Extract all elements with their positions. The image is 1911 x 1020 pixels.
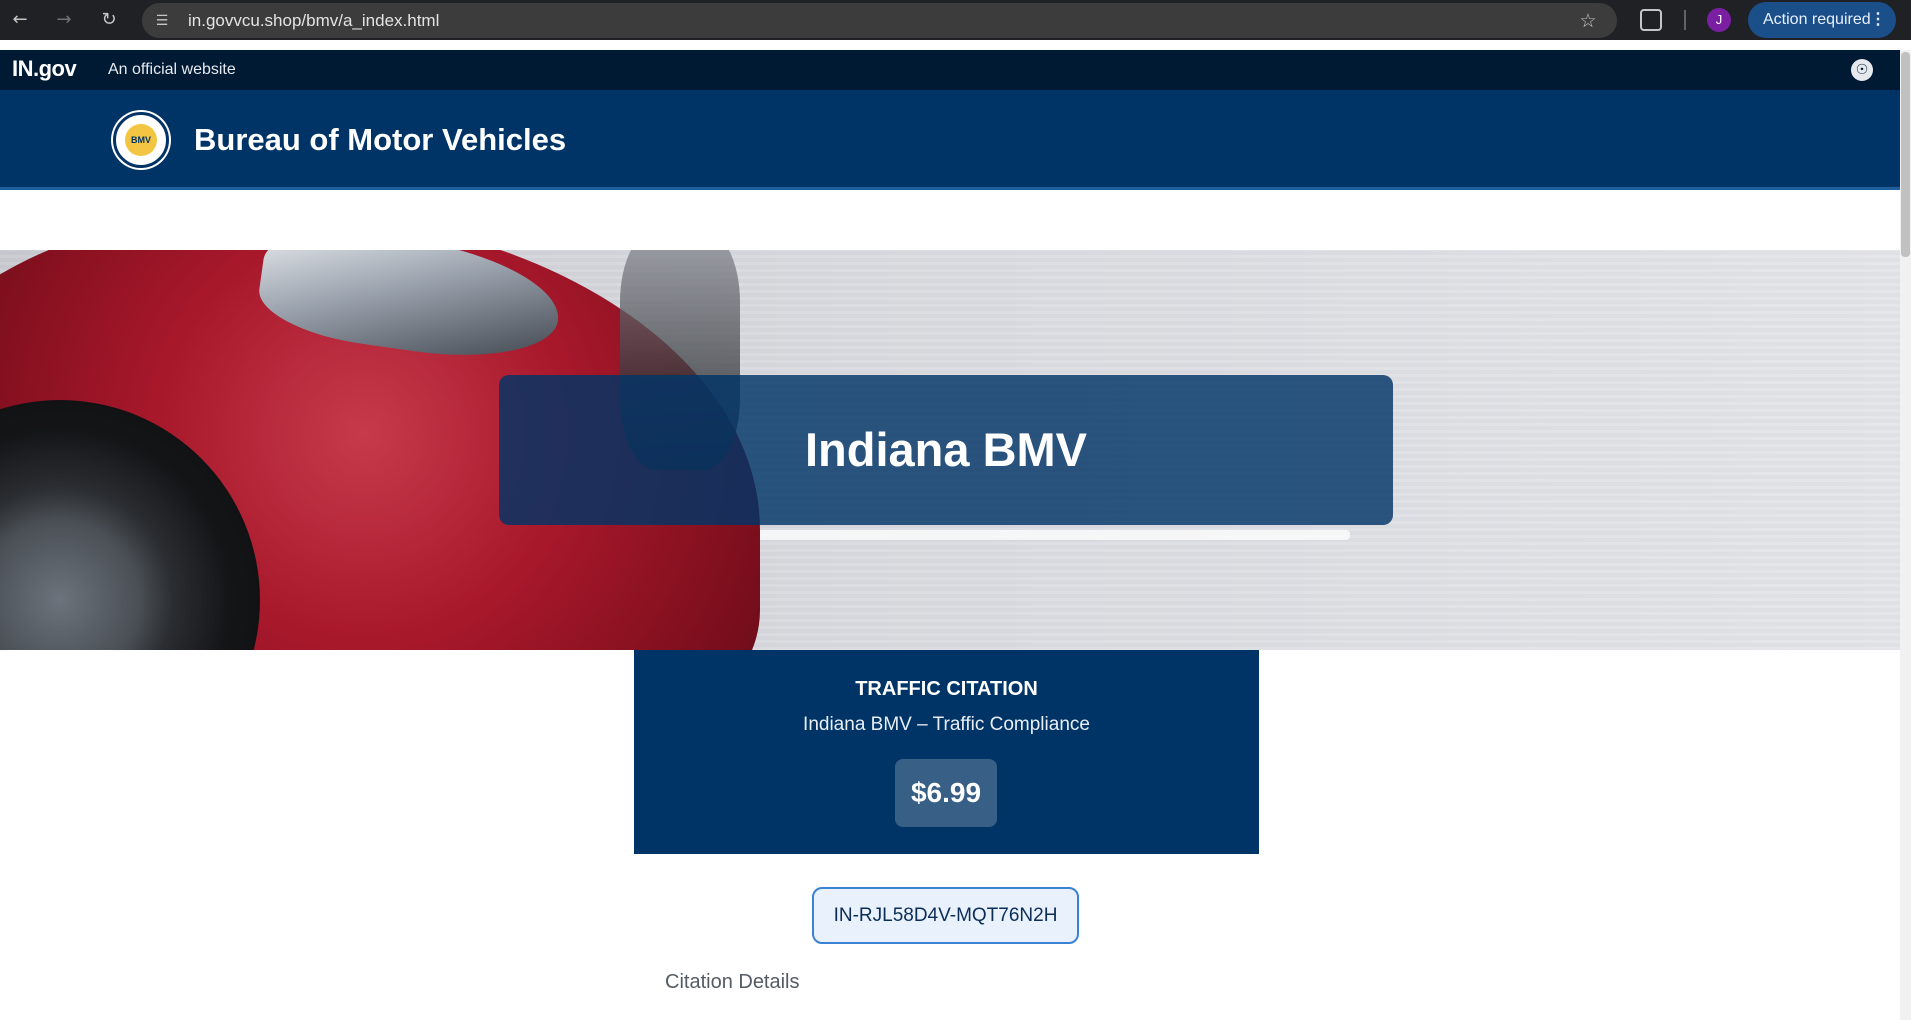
site-title[interactable]: Bureau of Motor Vehicles: [194, 90, 566, 190]
hero-title: Indiana BMV: [804, 423, 1088, 476]
site-header: BMV Bureau of Motor Vehicles: [0, 90, 1900, 190]
bookmark-star-icon[interactable]: ☆: [1577, 10, 1599, 32]
citation-details-heading: Citation Details: [665, 971, 800, 993]
toolbar-divider: [1684, 10, 1686, 30]
url-text[interactable]: in.govvcu.shop/bmv/a_index.html: [188, 3, 439, 38]
citation-id-badge: IN-RJL58D4V-MQT76N2H: [812, 887, 1079, 944]
hero-road-marking: [700, 530, 1350, 540]
address-bar[interactable]: ☰ in.govvcu.shop/bmv/a_index.html ☆: [142, 3, 1617, 38]
seal-text: BMV: [125, 124, 157, 156]
in-gov-logo[interactable]: IN.gov: [12, 56, 77, 82]
hero-title-box: Indiana BMV: [499, 375, 1393, 525]
back-icon[interactable]: ←: [8, 8, 32, 32]
browser-toolbar: ← → ↻ ☰ in.govvcu.shop/bmv/a_index.html …: [0, 0, 1911, 40]
citation-subtitle: Indiana BMV – Traffic Compliance: [803, 714, 1090, 735]
scrollbar-thumb[interactable]: [1901, 52, 1910, 257]
extensions-icon[interactable]: [1640, 9, 1662, 31]
official-website-banner: IN.gov An official website ☉: [0, 50, 1900, 90]
reload-icon[interactable]: ↻: [97, 8, 121, 32]
official-website-text: An official website: [108, 61, 236, 78]
citation-card: TRAFFIC CITATION Indiana BMV – Traffic C…: [634, 650, 1259, 854]
action-required-label: Action required: [1763, 11, 1871, 28]
accessibility-icon[interactable]: ☉: [1851, 59, 1873, 81]
action-required-button[interactable]: Action required ⋮: [1748, 2, 1896, 38]
hero-banner: Indiana BMV: [0, 250, 1900, 650]
more-icon[interactable]: ⋮: [1870, 2, 1886, 38]
citation-title: TRAFFIC CITATION: [855, 678, 1038, 700]
profile-avatar[interactable]: J: [1707, 8, 1731, 32]
citation-amount: $6.99: [895, 759, 997, 827]
forward-icon[interactable]: →: [52, 8, 76, 32]
bmv-seal-logo[interactable]: BMV: [113, 112, 169, 168]
site-info-icon[interactable]: ☰: [152, 11, 172, 31]
